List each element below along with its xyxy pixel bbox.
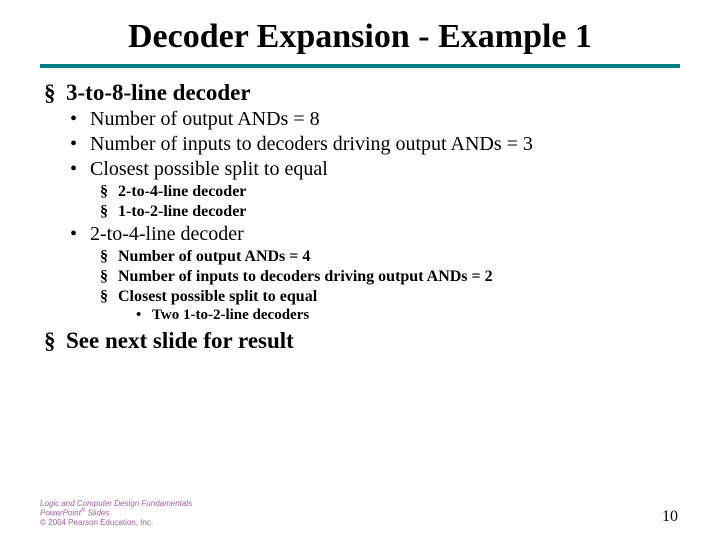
list-text: Closest possible split to equal (118, 288, 317, 305)
list-text: 1-to-2-line decoder (118, 203, 246, 220)
list-text: 3-to-8-line decoder (66, 80, 251, 105)
footer-credits: Logic and Computer Design Fundamentals P… (40, 499, 192, 528)
list-item: Number of output ANDs = 8 (66, 108, 680, 131)
list-item: Two 1-to-2-line decoders (118, 307, 680, 324)
list-text: Number of inputs to decoders driving out… (90, 133, 533, 155)
slide-content: Decoder Expansion - Example 1 3-to-8-lin… (0, 0, 720, 354)
bullet-sublist: Two 1-to-2-line decoders (118, 307, 680, 324)
list-item: Closest possible split to equal Two 1-to… (90, 288, 680, 324)
footer-line: © 2004 Pearson Education, Inc. (40, 518, 192, 528)
list-item: 2-to-4-line decoder (90, 183, 680, 201)
bullet-sublist: Number of output ANDs = 8 Number of inpu… (66, 108, 680, 324)
list-item: Closest possible split to equal 2-to-4-l… (66, 158, 680, 221)
list-text: Number of output ANDs = 8 (90, 108, 320, 130)
slide-title: Decoder Expansion - Example 1 (40, 18, 680, 56)
list-item: 2-to-4-line decoder Number of output AND… (66, 223, 680, 324)
page-number: 10 (662, 508, 678, 526)
list-text: Number of output ANDs = 4 (118, 248, 310, 265)
list-item: Number of output ANDs = 4 (90, 248, 680, 266)
list-item: 1-to-2-line decoder (90, 203, 680, 221)
title-rule (40, 64, 680, 68)
list-item: Number of inputs to decoders driving out… (90, 268, 680, 286)
list-text: Closest possible split to equal (90, 158, 328, 180)
list-text: Two 1-to-2-line decoders (152, 307, 309, 323)
list-text: See next slide for result (66, 328, 294, 353)
list-item: 3-to-8-line decoder Number of output AND… (40, 80, 680, 324)
bullet-sublist: Number of output ANDs = 4 Number of inpu… (90, 248, 680, 324)
footer-text: PowerPoint (40, 509, 81, 518)
footer-text: Slides (85, 509, 109, 518)
list-item: Number of inputs to decoders driving out… (66, 133, 680, 156)
bullet-sublist: 2-to-4-line decoder 1-to-2-line decoder (90, 183, 680, 221)
list-item: See next slide for result (40, 328, 680, 354)
list-text: 2-to-4-line decoder (90, 223, 244, 245)
footer-line: PowerPoint® Slides (40, 508, 192, 518)
footer-line: Logic and Computer Design Fundamentals (40, 499, 192, 509)
list-text: 2-to-4-line decoder (118, 183, 246, 200)
list-text: Number of inputs to decoders driving out… (118, 268, 493, 285)
bullet-list: 3-to-8-line decoder Number of output AND… (40, 80, 680, 354)
